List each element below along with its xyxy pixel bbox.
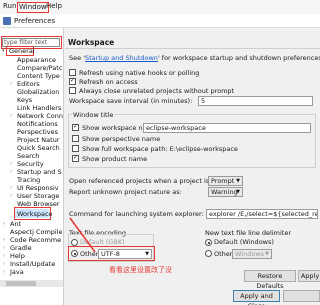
workspace-name-input[interactable]: eclipse-workspace (143, 123, 311, 133)
tree-item[interactable]: Globalization (17, 88, 59, 96)
tree-item[interactable]: Compare/Patc (17, 64, 62, 72)
show-path-checkbox[interactable] (72, 145, 79, 152)
checkbox-label: Show perspective name (82, 135, 161, 143)
save-interval-input[interactable]: 5 (198, 96, 313, 106)
menu-run[interactable]: Run (3, 2, 16, 11)
group-label: Window title (72, 111, 115, 119)
collapse-arrow-icon[interactable]: › (10, 193, 12, 199)
tree-item[interactable]: Search (17, 152, 39, 160)
collapse-arrow-icon[interactable]: › (10, 185, 12, 191)
show-product-checkbox[interactable] (72, 154, 79, 162)
menu-window[interactable]: Window (17, 2, 49, 13)
tree-item[interactable]: Network Conn (17, 112, 63, 120)
collapse-arrow-icon[interactable]: › (3, 253, 5, 259)
startup-shutdown-link[interactable]: Startup and Shutdown (85, 54, 158, 62)
tree-item[interactable]: Code Recomme (10, 236, 61, 244)
collapse-arrow-icon[interactable]: › (3, 237, 5, 243)
tree-item[interactable]: Project Natur (17, 136, 60, 144)
checkbox-label: Refresh using native hooks or polling (79, 69, 200, 77)
collapse-arrow-icon[interactable]: › (3, 261, 5, 267)
nature-label: Report unknown project nature as: (69, 188, 182, 196)
collapse-arrow-icon[interactable]: › (3, 221, 5, 227)
delimiter-default-radio[interactable] (205, 239, 212, 246)
page-title: Workspace (68, 38, 115, 47)
tree-item[interactable]: Security (17, 160, 44, 168)
tree-item[interactable]: Gradle (10, 244, 32, 252)
show-workspace-name-checkbox[interactable] (72, 123, 79, 131)
collapse-arrow-icon[interactable]: › (3, 269, 5, 275)
menu-help[interactable]: Help (46, 2, 62, 11)
tree-item[interactable]: Aspectj Compile (10, 228, 63, 236)
collapse-arrow-icon[interactable]: › (3, 245, 5, 251)
checkbox-label: Refresh on access (79, 78, 138, 86)
title-bar: Preferences (0, 14, 320, 28)
title-divider (65, 48, 320, 49)
explorer-command-input[interactable]: explorer /E,/select=${selected_resource_… (206, 209, 318, 219)
delimiter-group-label: New text file line delimiter (205, 229, 291, 237)
menu-bar: Run Window Help (0, 0, 320, 14)
tree-item[interactable]: Startup and S (17, 168, 62, 176)
checkbox-label: Show full workspace path: E:\eclipse-wor… (82, 145, 238, 153)
apply-button[interactable]: Apply (298, 270, 320, 282)
radio-label: Default (Windows) (214, 238, 274, 246)
collapse-arrow-icon[interactable]: › (10, 113, 12, 119)
tree-item[interactable]: Notifications (17, 120, 58, 128)
annotation-text: 看看这里设置改了没 (109, 266, 172, 274)
delimiter-other-radio[interactable] (205, 250, 212, 257)
restore-defaults-button[interactable]: Restore Defaults (244, 270, 296, 290)
tree-horizontal-scrollbar[interactable] (0, 280, 63, 287)
nature-select[interactable]: Warning ▼ (208, 187, 243, 197)
tree-item-workspace[interactable]: Workspace (17, 210, 53, 218)
save-interval-label: Workspace save interval (in minutes): (69, 97, 193, 105)
window-title: Preferences (14, 17, 56, 25)
show-perspective-checkbox[interactable] (72, 135, 79, 142)
tree-item[interactable]: Editors (17, 80, 40, 88)
chevron-down-icon: ▼ (236, 189, 240, 195)
tree-item[interactable]: Install/Update (10, 260, 55, 268)
tree-item[interactable]: Tracing (17, 176, 40, 184)
apply-and-close-button[interactable]: Apply and Close (233, 290, 280, 305)
chevron-down-icon: ▼ (265, 251, 269, 257)
referenced-projects-select[interactable]: Prompt ▼ (208, 176, 243, 186)
collapse-arrow-icon[interactable]: › (10, 161, 12, 167)
cancel-button[interactable] (283, 290, 320, 302)
see-text: See 'Startup and Shutdown' for workspace… (69, 54, 320, 62)
tree-item[interactable]: Java (10, 268, 24, 276)
tree-item[interactable]: Link Handlers (17, 104, 61, 112)
close-unrelated-checkbox[interactable] (69, 87, 76, 94)
expand-arrow-icon[interactable]: ▾ (2, 48, 5, 54)
tree-item[interactable]: Perspectives (17, 128, 58, 136)
tree-item-general[interactable]: General (9, 47, 35, 55)
tree-item[interactable]: Quick Search (17, 144, 60, 152)
eclipse-app-icon (3, 17, 11, 25)
chevron-down-icon: ▼ (236, 178, 240, 184)
tree-item[interactable]: Appearance (17, 56, 56, 64)
delimiter-select[interactable]: Windows ▼ (232, 249, 272, 259)
annotation-arrow (69, 217, 96, 253)
collapse-arrow-icon[interactable]: › (10, 81, 12, 87)
tree-item[interactable]: Keys (17, 96, 32, 104)
tree-item[interactable]: Content Type (17, 72, 60, 80)
tree-item[interactable]: User Storage (17, 192, 59, 200)
collapse-arrow-icon[interactable]: › (10, 169, 12, 175)
refresh-access-checkbox[interactable] (69, 77, 76, 85)
scrollbar-thumb[interactable] (6, 281, 36, 286)
tree-item[interactable]: Ant (10, 220, 21, 228)
checkbox-label: Always close unrelated projects without … (79, 87, 235, 95)
checkbox-label: Show product name (82, 155, 148, 163)
tree-item[interactable]: UI Responsiv (17, 184, 59, 192)
refresh-native-checkbox[interactable] (69, 69, 76, 76)
tree-item[interactable]: Help (10, 252, 25, 260)
